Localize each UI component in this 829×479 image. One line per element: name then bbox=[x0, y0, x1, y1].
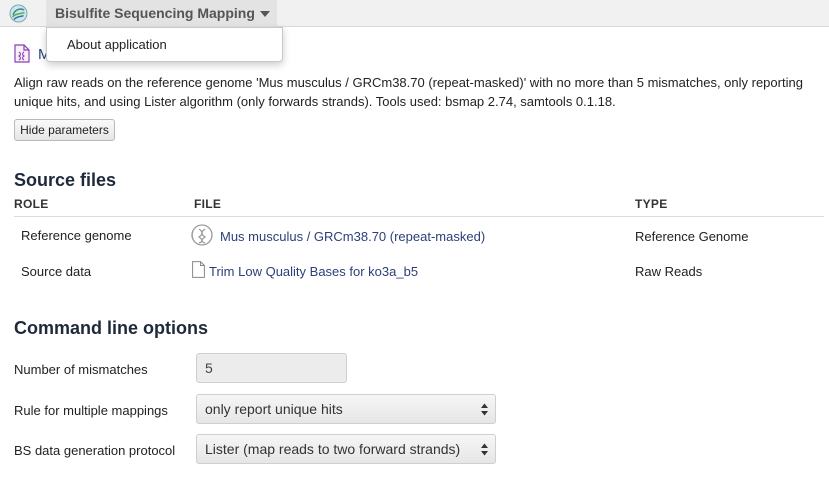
bs-protocol-value: Lister (map reads to two forward strands… bbox=[205, 441, 461, 457]
mismatches-input[interactable] bbox=[196, 353, 347, 383]
table-cell-type: Reference Genome bbox=[635, 229, 749, 244]
source-data-link[interactable]: Trim Low Quality Bases for ko3a_b5 bbox=[209, 264, 418, 279]
bs-protocol-label: BS data generation protocol bbox=[14, 443, 176, 458]
table-cell-role: Reference genome bbox=[21, 228, 132, 243]
app-logo-icon[interactable] bbox=[9, 4, 28, 23]
column-header-type: TYPE bbox=[635, 197, 668, 211]
table-cell-type: Raw Reads bbox=[635, 264, 703, 279]
table-cell-role: Source data bbox=[21, 264, 92, 279]
select-arrows-icon bbox=[481, 443, 488, 456]
source-files-heading: Source files bbox=[14, 170, 117, 190]
app-menu-button[interactable]: Bisulfite Sequencing Mapping bbox=[46, 0, 277, 27]
genome-icon bbox=[191, 224, 213, 246]
command-line-options-heading: Command line options bbox=[14, 318, 209, 338]
select-arrows-icon bbox=[481, 403, 488, 416]
chevron-down-icon bbox=[260, 11, 270, 17]
analysis-document-icon bbox=[14, 44, 30, 63]
mismatches-label: Number of mismatches bbox=[14, 362, 148, 377]
multiple-mappings-select[interactable]: only report unique hits bbox=[196, 394, 496, 424]
bs-protocol-select[interactable]: Lister (map reads to two forward strands… bbox=[196, 434, 496, 464]
file-icon bbox=[192, 261, 205, 278]
multiple-mappings-label: Rule for multiple mappings bbox=[14, 403, 168, 418]
hide-parameters-button[interactable]: Hide parameters bbox=[14, 119, 115, 141]
app-name: Bisulfite Sequencing Mapping bbox=[55, 5, 255, 21]
menu-item-about[interactable]: About application bbox=[67, 37, 167, 52]
top-bar: Bisulfite Sequencing Mapping bbox=[0, 0, 829, 27]
multiple-mappings-value: only report unique hits bbox=[205, 401, 343, 417]
table-divider bbox=[14, 216, 824, 217]
app-dropdown-menu: About application bbox=[46, 27, 283, 62]
column-header-file: FILE bbox=[194, 197, 222, 211]
analysis-description: Align raw reads on the reference genome … bbox=[14, 75, 803, 109]
reference-genome-link[interactable]: Mus musculus / GRCm38.70 (repeat-masked) bbox=[220, 229, 485, 244]
column-header-role: ROLE bbox=[14, 197, 49, 211]
